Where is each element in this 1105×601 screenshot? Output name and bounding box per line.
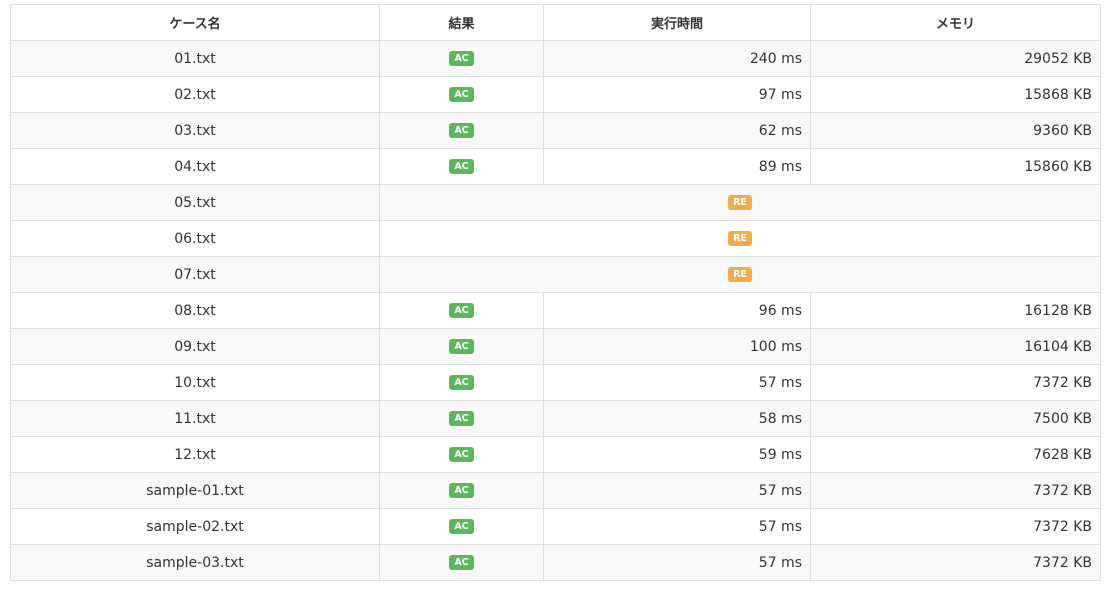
table-row: sample-01.txt AC 57 ms 7372 KB (10, 472, 1101, 509)
header-exec-time: 実行時間 (543, 4, 811, 41)
result-cell: AC (379, 472, 544, 509)
memory-cell: 9360 KB (810, 112, 1101, 149)
exec-time-cell: 62 ms (543, 112, 811, 149)
result-cell: AC (379, 148, 544, 185)
case-name-cell: 09.txt (10, 328, 380, 365)
case-name-cell: 03.txt (10, 112, 380, 149)
table-header: ケース名 結果 実行時間 メモリ (10, 4, 1101, 41)
header-memory: メモリ (810, 4, 1101, 41)
table-row: 06.txt RE (10, 220, 1101, 257)
case-name-cell: sample-01.txt (10, 472, 380, 509)
memory-cell: 7372 KB (810, 364, 1101, 401)
table-row: 01.txt AC 240 ms 29052 KB (10, 40, 1101, 77)
exec-time-cell: 89 ms (543, 148, 811, 185)
memory-cell: 7372 KB (810, 508, 1101, 545)
status-badge-ac: AC (449, 518, 474, 535)
status-badge-ac: AC (449, 158, 474, 175)
table-row: 05.txt RE (10, 184, 1101, 221)
result-cell: AC (379, 292, 544, 329)
table-row: 08.txt AC 96 ms 16128 KB (10, 292, 1101, 329)
memory-cell: 29052 KB (810, 40, 1101, 77)
memory-cell: 16104 KB (810, 328, 1101, 365)
table-row: 11.txt AC 58 ms 7500 KB (10, 400, 1101, 437)
memory-cell: 7372 KB (810, 472, 1101, 509)
table-row: 07.txt RE (10, 256, 1101, 293)
result-cell: AC (379, 40, 544, 77)
table-row: sample-03.txt AC 57 ms 7372 KB (10, 544, 1101, 581)
table-row: sample-02.txt AC 57 ms 7372 KB (10, 508, 1101, 545)
case-name-cell: 10.txt (10, 364, 380, 401)
exec-time-cell: 57 ms (543, 472, 811, 509)
table-row: 10.txt AC 57 ms 7372 KB (10, 364, 1101, 401)
case-name-cell: 11.txt (10, 400, 380, 437)
exec-time-cell: 96 ms (543, 292, 811, 329)
exec-time-cell: 59 ms (543, 436, 811, 473)
result-cell: RE (379, 256, 1101, 293)
result-cell: AC (379, 76, 544, 113)
memory-cell: 16128 KB (810, 292, 1101, 329)
result-cell: AC (379, 544, 544, 581)
case-name-cell: 08.txt (10, 292, 380, 329)
header-case-name: ケース名 (10, 4, 380, 41)
table-row: 02.txt AC 97 ms 15868 KB (10, 76, 1101, 113)
status-badge-re: RE (728, 194, 752, 211)
status-badge-re: RE (728, 230, 752, 247)
header-result: 結果 (379, 4, 544, 41)
result-cell: RE (379, 184, 1101, 221)
table-row: 09.txt AC 100 ms 16104 KB (10, 328, 1101, 365)
exec-time-cell: 97 ms (543, 76, 811, 113)
status-badge-ac: AC (449, 410, 474, 427)
status-badge-ac: AC (449, 374, 474, 391)
result-cell: AC (379, 112, 544, 149)
exec-time-cell: 58 ms (543, 400, 811, 437)
memory-cell: 15868 KB (810, 76, 1101, 113)
case-name-cell: 04.txt (10, 148, 380, 185)
memory-cell: 7372 KB (810, 544, 1101, 581)
table-body: 01.txt AC 240 ms 29052 KB 02.txt AC 97 ms 15868… (10, 40, 1101, 581)
status-badge-re: RE (728, 266, 752, 283)
status-badge-ac: AC (449, 446, 474, 463)
case-name-cell: 02.txt (10, 76, 380, 113)
case-name-cell: sample-03.txt (10, 544, 380, 581)
result-cell: RE (379, 220, 1101, 257)
status-badge-ac: AC (449, 338, 474, 355)
exec-time-cell: 57 ms (543, 364, 811, 401)
case-name-cell: 07.txt (10, 256, 380, 293)
case-name-cell: sample-02.txt (10, 508, 380, 545)
status-badge-ac: AC (449, 50, 474, 67)
table-row: 12.txt AC 59 ms 7628 KB (10, 436, 1101, 473)
case-name-cell: 06.txt (10, 220, 380, 257)
status-badge-ac: AC (449, 302, 474, 319)
memory-cell: 7500 KB (810, 400, 1101, 437)
exec-time-cell: 57 ms (543, 508, 811, 545)
case-name-cell: 12.txt (10, 436, 380, 473)
exec-time-cell: 240 ms (543, 40, 811, 77)
table-row: 03.txt AC 62 ms 9360 KB (10, 112, 1101, 149)
case-name-cell: 01.txt (10, 40, 380, 77)
result-cell: AC (379, 508, 544, 545)
table-row: 04.txt AC 89 ms 15860 KB (10, 148, 1101, 185)
test-case-results-table: ケース名 結果 実行時間 メモリ 01.txt AC 240 ms 29052 KB 0… (10, 4, 1101, 581)
status-badge-ac: AC (449, 554, 474, 571)
result-cell: AC (379, 436, 544, 473)
case-name-cell: 05.txt (10, 184, 380, 221)
status-badge-ac: AC (449, 482, 474, 499)
result-cell: AC (379, 400, 544, 437)
result-cell: AC (379, 328, 544, 365)
exec-time-cell: 57 ms (543, 544, 811, 581)
memory-cell: 15860 KB (810, 148, 1101, 185)
status-badge-ac: AC (449, 122, 474, 139)
header-row: ケース名 結果 実行時間 メモリ (10, 4, 1101, 41)
exec-time-cell: 100 ms (543, 328, 811, 365)
memory-cell: 7628 KB (810, 436, 1101, 473)
result-cell: AC (379, 364, 544, 401)
status-badge-ac: AC (449, 86, 474, 103)
